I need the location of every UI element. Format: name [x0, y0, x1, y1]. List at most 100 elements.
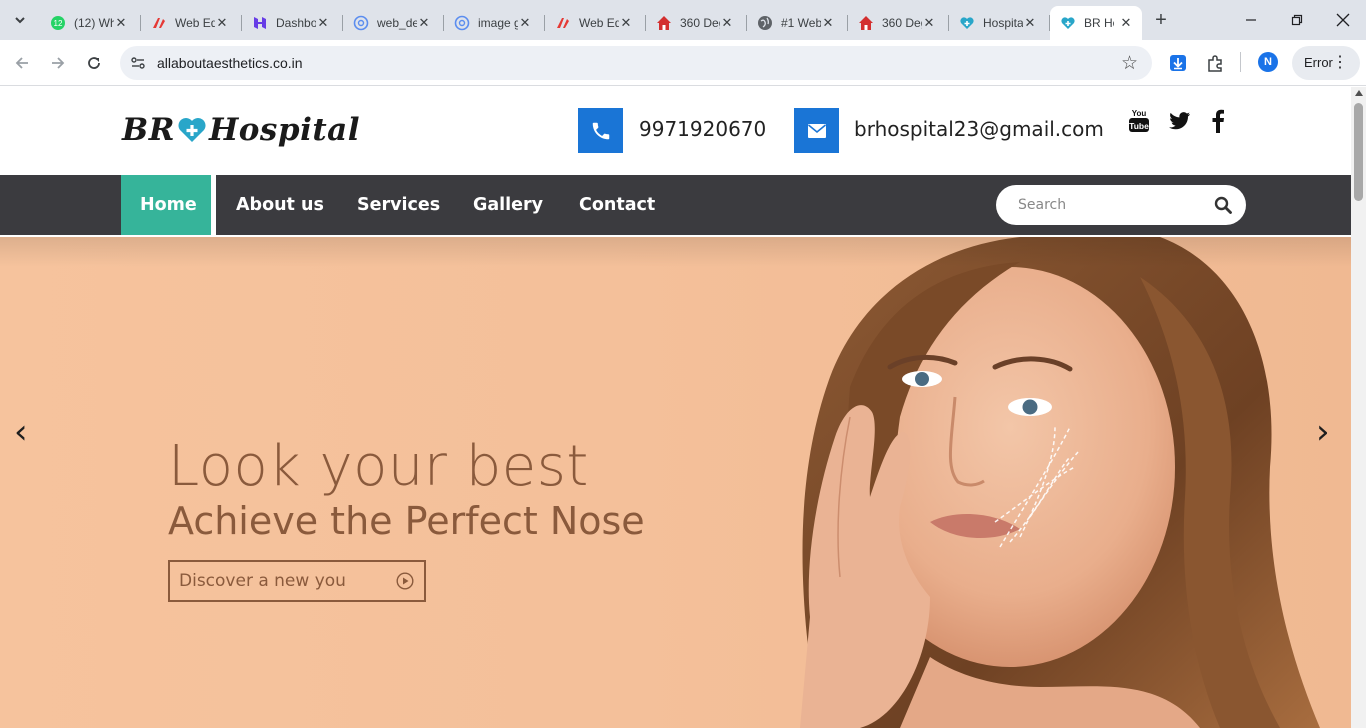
hero-image	[800, 237, 1320, 728]
more-vert-icon: ⋮	[1332, 54, 1348, 71]
toolbar-divider	[1240, 52, 1241, 72]
site-search	[996, 185, 1246, 225]
back-button[interactable]	[10, 51, 34, 75]
youtube-icon: You Tube	[1129, 109, 1149, 132]
close-icon[interactable]: ✕	[820, 15, 836, 31]
scroll-up-arrow-icon[interactable]	[1355, 90, 1363, 96]
heart-icon	[1060, 15, 1076, 31]
error-button[interactable]: Error ⋮	[1292, 46, 1360, 80]
scrollbar-thumb[interactable]	[1354, 103, 1363, 201]
extensions-button[interactable]	[1205, 53, 1225, 73]
tab-search-button[interactable]	[8, 8, 32, 32]
reload-button[interactable]	[82, 51, 106, 75]
ad-icon	[555, 15, 571, 31]
envelope-icon	[807, 123, 826, 138]
phone-number[interactable]: 9971920670	[639, 117, 766, 141]
facebook-link[interactable]	[1208, 108, 1228, 134]
download-button[interactable]	[1168, 53, 1188, 73]
close-icon[interactable]: ✕	[1022, 15, 1038, 31]
discover-button-label: Discover a new you	[179, 571, 346, 591]
tab-website[interactable]: #1 Website ✕	[747, 6, 848, 40]
search-input[interactable]	[1018, 195, 1198, 215]
close-icon[interactable]: ✕	[113, 15, 129, 31]
slider-prev-arrow[interactable]: ‹	[14, 412, 28, 452]
close-icon[interactable]: ✕	[719, 15, 735, 31]
forward-button[interactable]	[46, 51, 70, 75]
restore-icon	[1291, 14, 1303, 26]
tab-image[interactable]: image gen ✕	[444, 6, 545, 40]
tab-title: Dashboard	[276, 16, 316, 30]
tab-br-hospital[interactable]: BR Hospital ✕	[1050, 6, 1142, 40]
svg-text:You: You	[1132, 109, 1147, 118]
tab-web-editor[interactable]: Web Editor ✕	[141, 6, 242, 40]
tab-title: #1 Website	[781, 16, 821, 30]
page-scrollbar[interactable]	[1351, 87, 1366, 728]
tab-title: Web Editor	[579, 16, 619, 30]
discover-button[interactable]: Discover a new you	[168, 560, 426, 602]
close-window-button[interactable]	[1320, 0, 1366, 40]
tab-hospital[interactable]: Hospital ✕	[949, 6, 1050, 40]
play-circle-icon	[396, 572, 414, 590]
email-address[interactable]: brhospital23@gmail.com	[854, 117, 1104, 141]
tab-strip: 12 (12) WhatsApp ✕ Web Editor ✕ Dashboar…	[0, 0, 1366, 40]
close-icon[interactable]: ✕	[1118, 15, 1134, 31]
svg-text:12: 12	[54, 19, 63, 28]
openai-icon	[454, 15, 470, 31]
logo-text-right: Hospital	[208, 112, 361, 148]
home-icon	[858, 15, 874, 31]
twitter-icon	[1169, 112, 1191, 130]
nav-about-us[interactable]: About us	[236, 175, 324, 235]
close-icon[interactable]: ✕	[315, 15, 331, 31]
bookmark-star-icon[interactable]: ☆	[1121, 52, 1138, 75]
tab-title: BR Hospital	[1084, 16, 1114, 30]
download-icon	[1170, 55, 1186, 71]
nav-gallery[interactable]: Gallery	[473, 175, 543, 235]
slider-next-arrow[interactable]: ›	[1316, 412, 1330, 452]
minimize-button[interactable]	[1228, 0, 1274, 40]
facebook-icon	[1212, 109, 1224, 133]
logo-text-left: BR	[122, 112, 175, 148]
globe-icon	[757, 15, 773, 31]
profile-avatar[interactable]: N	[1258, 52, 1278, 72]
tab-360-degree-2[interactable]: 360 Degree ✕	[848, 6, 949, 40]
tab-whatsapp[interactable]: 12 (12) WhatsApp ✕	[40, 6, 141, 40]
close-icon	[1336, 13, 1350, 27]
restore-button[interactable]	[1274, 0, 1320, 40]
arrow-left-icon	[15, 57, 28, 69]
tab-title: Hospital	[983, 16, 1023, 30]
nav-home[interactable]: Home	[121, 175, 216, 235]
youtube-link[interactable]: You Tube	[1127, 108, 1151, 134]
twitter-link[interactable]	[1168, 108, 1192, 134]
close-icon[interactable]: ✕	[618, 15, 634, 31]
tab-web-editor-2[interactable]: Web Editor ✕	[545, 6, 646, 40]
svg-text:Tube: Tube	[1129, 121, 1149, 131]
close-icon[interactable]: ✕	[214, 15, 230, 31]
nav-contact[interactable]: Contact	[579, 175, 655, 235]
tab-dashboard[interactable]: Dashboard ✕	[242, 6, 343, 40]
tab-360-degree[interactable]: 360 Degree ✕	[646, 6, 747, 40]
hostinger-icon	[252, 15, 268, 31]
site-settings-icon	[131, 57, 145, 69]
close-icon[interactable]: ✕	[416, 15, 432, 31]
heart-plus-icon	[178, 118, 206, 142]
reload-icon	[88, 57, 100, 69]
search-icon[interactable]	[1214, 196, 1232, 214]
address-bar[interactable]: allaboutaesthetics.co.in ☆	[120, 46, 1152, 80]
url-text: allaboutaesthetics.co.in	[157, 55, 303, 71]
browser-toolbar: allaboutaesthetics.co.in ☆ N Error ⋮	[0, 40, 1366, 86]
tab-title: web_design	[377, 16, 417, 30]
email-icon-box	[794, 108, 839, 153]
close-icon[interactable]: ✕	[517, 15, 533, 31]
ad-icon	[151, 15, 167, 31]
phone-icon-box	[578, 108, 623, 153]
site-logo[interactable]: BR Hospital	[122, 112, 360, 148]
tab-web-design[interactable]: web_design ✕	[343, 6, 444, 40]
nav-services[interactable]: Services	[357, 175, 440, 235]
puzzle-icon	[1208, 55, 1222, 72]
new-tab-button[interactable]: +	[1150, 10, 1172, 32]
nav-active-border	[211, 175, 216, 235]
tab-title: image gen	[478, 16, 518, 30]
tab-list: 12 (12) WhatsApp ✕ Web Editor ✕ Dashboar…	[40, 6, 1142, 40]
hero-headline: Look your best	[168, 434, 589, 499]
close-icon[interactable]: ✕	[921, 15, 937, 31]
